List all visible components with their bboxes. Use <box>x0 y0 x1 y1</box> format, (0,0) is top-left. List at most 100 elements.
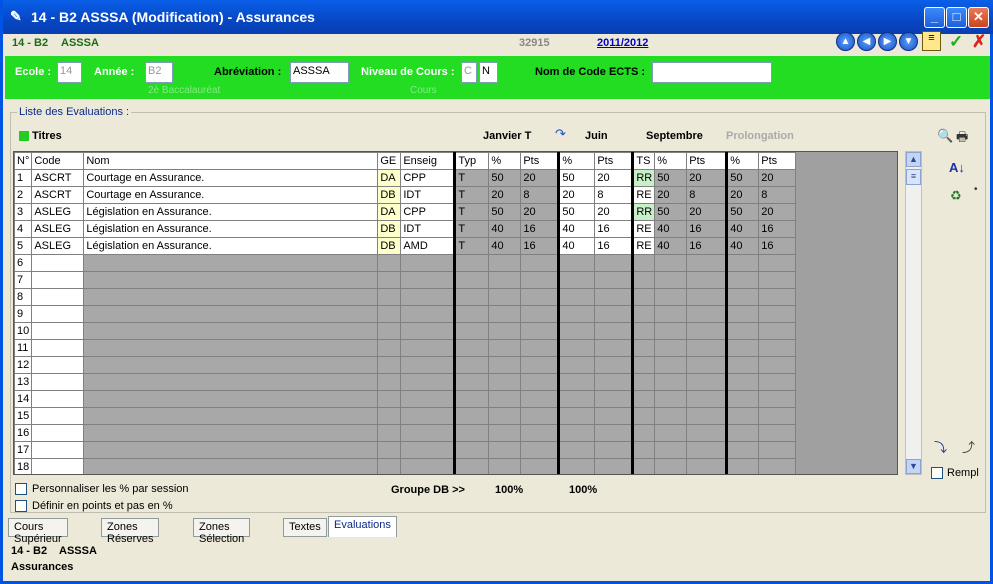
col-header-pts-janvier[interactable]: Pts <box>520 152 561 170</box>
cell-ge[interactable] <box>377 424 402 442</box>
tab-textes[interactable]: Textes <box>283 518 327 537</box>
cell-pt2[interactable] <box>594 441 635 459</box>
cell-pt4[interactable] <box>758 254 797 272</box>
cell-p1[interactable] <box>488 271 522 289</box>
cell-code[interactable]: ASLEG <box>31 220 85 238</box>
cell-n[interactable]: 18 <box>14 458 33 474</box>
cell-pt4[interactable] <box>758 424 797 442</box>
cell-p1[interactable] <box>488 458 522 474</box>
cell-ts[interactable] <box>632 305 656 323</box>
cell-ts[interactable] <box>632 288 656 306</box>
cell-pt1[interactable]: 8 <box>520 186 561 204</box>
table-row[interactable]: 4 ASLEG Législation en Assurance. DB IDT T 40 1… <box>14 220 797 238</box>
cell-p4[interactable] <box>726 458 760 474</box>
cell-p4[interactable] <box>726 305 760 323</box>
cell-pt1[interactable] <box>520 339 561 357</box>
table-row-empty[interactable]: 11 <box>14 339 797 357</box>
cell-pt3[interactable] <box>686 441 729 459</box>
cell-p2[interactable] <box>558 305 596 323</box>
cell-pt1[interactable]: 16 <box>520 220 561 238</box>
scroll-down-icon[interactable]: ▼ <box>906 459 921 474</box>
col-header-code[interactable]: Code <box>31 152 85 170</box>
scroll-up-icon[interactable]: ▲ <box>906 152 921 167</box>
tab-cours-superieur[interactable]: Cours Supérieur <box>8 518 68 545</box>
cell-pt2[interactable]: 16 <box>594 220 635 238</box>
cell-pt4[interactable]: 20 <box>758 203 797 221</box>
table-row[interactable]: 3 ASLEG Législation en Assurance. DA CPP T 50 2… <box>14 203 797 221</box>
col-header-pct-septembre[interactable]: % <box>654 152 688 170</box>
cell-n[interactable]: 3 <box>14 203 33 221</box>
cell-nom[interactable]: Législation en Assurance. <box>83 237 379 255</box>
cell-p4[interactable]: 50 <box>726 169 760 187</box>
cell-ens[interactable]: CPP <box>400 203 457 221</box>
cell-p3[interactable] <box>654 254 688 272</box>
cell-typ[interactable] <box>454 373 490 391</box>
cell-ge[interactable] <box>377 288 402 306</box>
cell-ts[interactable]: RE <box>632 237 656 255</box>
cell-ens[interactable] <box>400 407 457 425</box>
cell-p2[interactable] <box>558 288 596 306</box>
cell-typ[interactable]: T <box>454 237 490 255</box>
cell-p4[interactable]: 50 <box>726 203 760 221</box>
cell-n[interactable]: 4 <box>14 220 33 238</box>
cell-ens[interactable] <box>400 390 457 408</box>
cell-p2[interactable] <box>558 373 596 391</box>
cell-pt4[interactable] <box>758 458 797 474</box>
cell-code[interactable] <box>31 441 85 459</box>
cell-code[interactable]: ASCRT <box>31 186 85 204</box>
cell-pt4[interactable] <box>758 390 797 408</box>
cell-ts[interactable] <box>632 373 656 391</box>
cell-code[interactable] <box>31 458 85 474</box>
cell-typ[interactable] <box>454 288 490 306</box>
link-down-icon[interactable]: ⤵ <box>934 437 947 456</box>
cell-n[interactable]: 7 <box>14 271 33 289</box>
cell-pt4[interactable] <box>758 339 797 357</box>
table-row-empty[interactable]: 10 <box>14 322 797 340</box>
cell-p1[interactable]: 50 <box>488 169 522 187</box>
cell-nom[interactable]: Législation en Assurance. <box>83 203 379 221</box>
cancel-button[interactable]: ✗ <box>972 32 986 52</box>
cell-typ[interactable] <box>454 424 490 442</box>
cell-typ[interactable]: T <box>454 169 490 187</box>
table-row-empty[interactable]: 16 <box>14 424 797 442</box>
points-checkbox[interactable] <box>15 500 27 512</box>
cell-p3[interactable]: 50 <box>654 169 688 187</box>
col-header-n[interactable]: N° <box>14 152 33 170</box>
cell-pt1[interactable] <box>520 254 561 272</box>
cell-pt3[interactable] <box>686 271 729 289</box>
cell-ge[interactable] <box>377 356 402 374</box>
cell-p4[interactable] <box>726 407 760 425</box>
table-row-empty[interactable]: 7 <box>14 271 797 289</box>
cell-pt1[interactable] <box>520 424 561 442</box>
ects-field[interactable] <box>652 62 772 83</box>
cell-pt2[interactable] <box>594 322 635 340</box>
cell-code[interactable]: ASLEG <box>31 237 85 255</box>
cell-pt4[interactable]: 8 <box>758 186 797 204</box>
cell-ge[interactable]: DB <box>377 237 402 255</box>
cell-pt4[interactable] <box>758 407 797 425</box>
cell-pt3[interactable] <box>686 373 729 391</box>
cell-ens[interactable]: CPP <box>400 169 457 187</box>
cell-p1[interactable] <box>488 441 522 459</box>
cell-p1[interactable]: 40 <box>488 237 522 255</box>
cell-p2[interactable]: 50 <box>558 203 596 221</box>
col-header-nom[interactable]: Nom <box>83 152 379 170</box>
cell-typ[interactable]: T <box>454 220 490 238</box>
cell-typ[interactable] <box>454 254 490 272</box>
cell-ge[interactable]: DA <box>377 169 402 187</box>
cell-nom[interactable] <box>83 305 379 323</box>
cell-pt1[interactable] <box>520 305 561 323</box>
cell-pt3[interactable] <box>686 254 729 272</box>
cell-ens[interactable]: AMD <box>400 237 457 255</box>
cell-p3[interactable] <box>654 373 688 391</box>
col-header-pct-janvier[interactable]: % <box>488 152 522 170</box>
cell-p2[interactable] <box>558 441 596 459</box>
sort-az-icon[interactable]: A↓ <box>949 160 965 175</box>
table-row-empty[interactable]: 6 <box>14 254 797 272</box>
cell-pt1[interactable] <box>520 322 561 340</box>
cell-typ[interactable] <box>454 339 490 357</box>
cell-pt4[interactable] <box>758 356 797 374</box>
cell-n[interactable]: 5 <box>14 237 33 255</box>
cell-p1[interactable] <box>488 373 522 391</box>
cell-p3[interactable] <box>654 305 688 323</box>
